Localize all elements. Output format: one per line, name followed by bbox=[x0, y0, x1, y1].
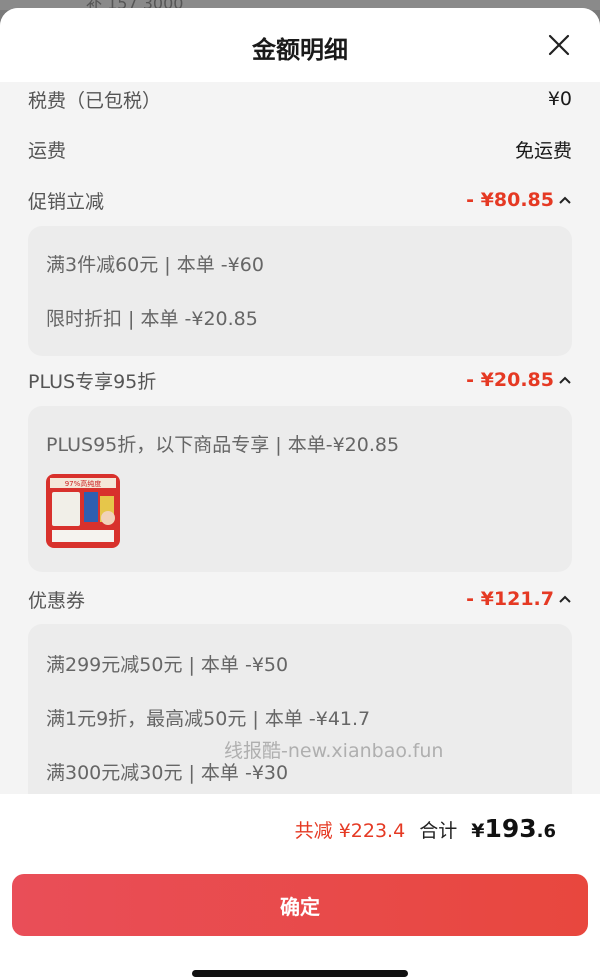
confirm-button[interactable]: 确定 bbox=[12, 874, 588, 936]
sheet-title: 金额明细 bbox=[252, 36, 348, 64]
product-thumbnail[interactable]: 97%高纯度 bbox=[46, 474, 120, 548]
coupon-amount: - ¥121.7 bbox=[466, 588, 554, 610]
home-indicator bbox=[192, 970, 408, 977]
close-icon[interactable] bbox=[548, 34, 570, 56]
coupon-detail-line: 满300元减30元 | 本单 -¥30 bbox=[46, 762, 289, 784]
plus-detail-line: PLUS95折，以下商品专享 | 本单-¥20.85 bbox=[46, 434, 400, 456]
plus-label: PLUS专享95折 bbox=[28, 370, 157, 393]
tax-value: ¥0 bbox=[547, 88, 572, 110]
shipping-value: 免运费 bbox=[514, 139, 572, 162]
detail-list[interactable]: 税费（已包税） ¥0 运费 免运费 促销立减 - ¥80.85 满3件减60元 … bbox=[0, 82, 600, 794]
total-currency: ¥ bbox=[471, 820, 485, 842]
amount-detail-sheet: 金额明细 税费（已包税） ¥0 运费 免运费 促销立减 - ¥80.85 满3件… bbox=[0, 8, 600, 980]
promo-detail-line: 满3件减60元 | 本单 -¥60 bbox=[46, 254, 264, 276]
coupon-row[interactable]: 优惠券 - ¥121.7 bbox=[28, 584, 572, 614]
plus-row[interactable]: PLUS专享95折 - ¥20.85 bbox=[28, 365, 572, 395]
tax-label: 税费（已包税） bbox=[28, 89, 162, 112]
coupon-detail-line: 满1元9折，最高减50元 | 本单 -¥41.7 bbox=[46, 708, 371, 730]
chevron-up-icon[interactable] bbox=[558, 594, 572, 604]
total-label: 合计 bbox=[419, 820, 458, 842]
plus-amount: - ¥20.85 bbox=[466, 369, 554, 391]
total-amount: ¥193.6 bbox=[471, 814, 556, 843]
sheet-header: 金额明细 bbox=[0, 8, 600, 82]
shipping-row: 运费 免运费 bbox=[28, 134, 572, 164]
total-reduction: 共减 ¥223.4 bbox=[294, 820, 406, 842]
plus-detail-card: PLUS95折，以下商品专享 | 本单-¥20.85 97%高纯度 bbox=[28, 406, 572, 572]
promo-amount: - ¥80.85 bbox=[466, 189, 554, 211]
thumb-text: 97%高纯度 bbox=[65, 479, 102, 488]
promo-label: 促销立减 bbox=[28, 190, 105, 213]
promo-row[interactable]: 促销立减 - ¥80.85 bbox=[28, 185, 572, 215]
coupon-label: 优惠券 bbox=[28, 589, 86, 612]
price-summary: 共减 ¥223.4 合计 ¥193.6 bbox=[295, 814, 556, 843]
chevron-up-icon[interactable] bbox=[558, 375, 572, 385]
chevron-up-icon[interactable] bbox=[558, 195, 572, 205]
promo-detail-card: 满3件减60元 | 本单 -¥60 限时折扣 | 本单 -¥20.85 bbox=[28, 226, 572, 356]
tax-row: 税费（已包税） ¥0 bbox=[28, 84, 572, 114]
promo-value: - ¥80.85 bbox=[466, 189, 572, 211]
total-integer: 193 bbox=[484, 814, 537, 843]
coupon-value: - ¥121.7 bbox=[466, 588, 572, 610]
shipping-label: 运费 bbox=[28, 139, 67, 162]
coupon-detail-line: 满299元减50元 | 本单 -¥50 bbox=[46, 654, 289, 676]
total-decimal: .6 bbox=[536, 821, 556, 842]
coupon-detail-card: 满299元减50元 | 本单 -¥50 满1元9折，最高减50元 | 本单 -¥… bbox=[28, 624, 572, 794]
promo-detail-line: 限时折扣 | 本单 -¥20.85 bbox=[46, 308, 258, 330]
plus-value: - ¥20.85 bbox=[466, 369, 572, 391]
sheet-footer: 共减 ¥223.4 合计 ¥193.6 确定 bbox=[0, 794, 600, 980]
